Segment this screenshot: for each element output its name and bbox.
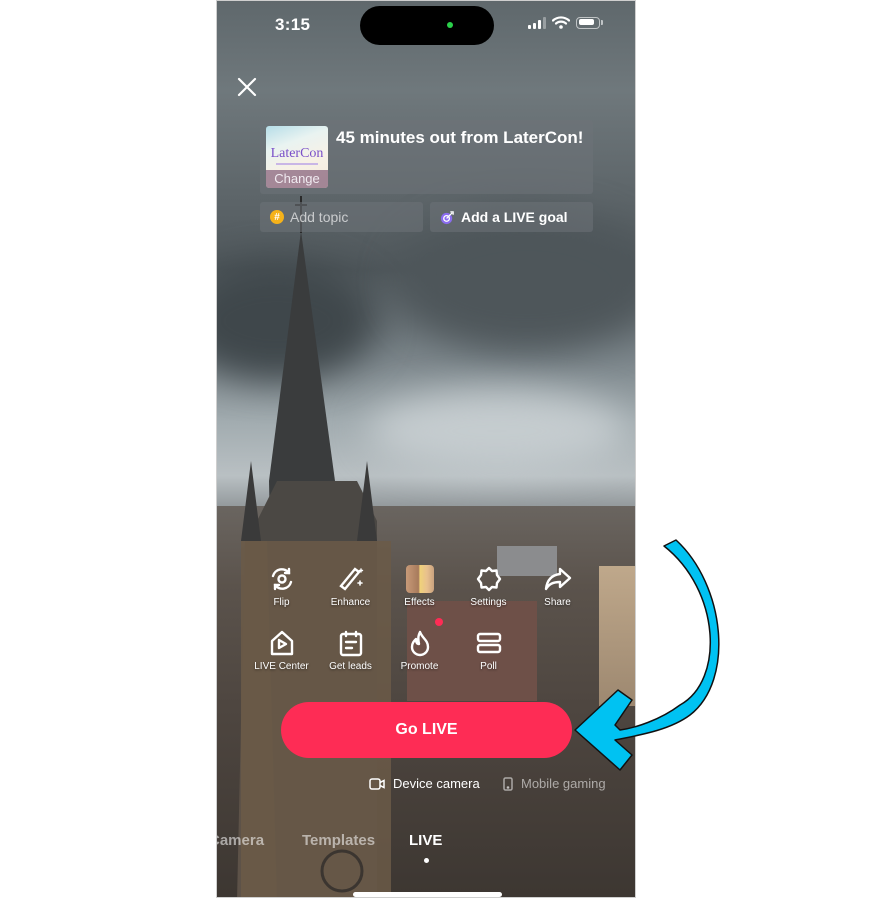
device-camera-option[interactable]: Device camera — [369, 776, 480, 791]
promote-button[interactable]: Promote — [385, 618, 454, 672]
settings-button[interactable]: Settings — [454, 564, 523, 608]
tools-row-1: Flip Enhance Effects Settings Share — [247, 564, 607, 608]
close-icon[interactable] — [235, 75, 259, 99]
active-tab-indicator — [424, 858, 429, 863]
flip-camera-icon — [267, 564, 297, 594]
share-label: Share — [544, 597, 571, 608]
live-center-icon — [267, 628, 297, 658]
live-center-button[interactable]: LIVE Center — [247, 628, 316, 672]
camera-indicator-dot — [447, 22, 453, 28]
share-arrow-icon — [543, 564, 573, 594]
battery-icon — [576, 16, 600, 29]
battery-tip — [601, 20, 603, 25]
cellular-signal-icon — [528, 16, 546, 29]
tools-row-2: LIVE Center Get leads Promote Poll — [247, 618, 607, 672]
get-leads-label: Get leads — [329, 661, 372, 672]
dynamic-island — [360, 6, 494, 45]
video-camera-icon — [369, 777, 385, 790]
thumbnail-tagline — [276, 163, 318, 165]
live-title-card[interactable]: LaterCon Change 45 minutes out from Late… — [260, 120, 593, 194]
flip-label: Flip — [273, 597, 290, 608]
go-live-button[interactable]: Go LIVE — [281, 702, 572, 758]
effects-label: Effects — [404, 597, 435, 608]
live-cover-thumbnail[interactable]: LaterCon Change — [266, 126, 328, 188]
poll-icon — [474, 628, 504, 658]
flip-button[interactable]: Flip — [247, 564, 316, 608]
magic-wand-icon — [336, 564, 366, 594]
gear-icon — [474, 564, 504, 594]
effects-button[interactable]: Effects — [385, 564, 454, 608]
clipboard-icon — [336, 628, 366, 658]
add-topic-label: Add topic — [290, 209, 349, 225]
enhance-label: Enhance — [330, 597, 371, 608]
settings-label: Settings — [470, 597, 507, 608]
target-goal-icon — [440, 210, 454, 224]
notification-dot — [434, 618, 443, 626]
wifi-icon — [552, 16, 570, 29]
mobile-gaming-label: Mobile gaming — [521, 776, 606, 791]
church-spire — [237, 196, 391, 897]
add-goal-label: Add a LIVE goal — [461, 209, 568, 225]
live-center-label: LIVE Center — [254, 661, 309, 672]
mobile-gaming-option[interactable]: Mobile gaming — [503, 776, 606, 791]
effects-thumbnail — [405, 564, 435, 594]
add-topic-button[interactable]: # Add topic — [260, 202, 423, 232]
change-cover-button[interactable]: Change — [266, 170, 328, 188]
cloud-shape — [397, 211, 635, 351]
status-icons — [528, 16, 603, 29]
tab-camera[interactable]: Camera — [217, 832, 264, 849]
home-indicator[interactable] — [353, 892, 502, 897]
flame-icon — [405, 618, 443, 658]
poll-label: Poll — [480, 661, 497, 672]
poll-button[interactable]: Poll — [454, 628, 523, 672]
tab-templates[interactable]: Templates — [302, 832, 375, 849]
tab-live[interactable]: LIVE — [409, 832, 442, 849]
live-title-input[interactable]: 45 minutes out from LaterCon! — [336, 128, 583, 148]
mobile-phone-icon — [503, 776, 513, 791]
status-time: 3:15 — [275, 15, 311, 34]
add-live-goal-button[interactable]: Add a LIVE goal — [430, 202, 593, 232]
device-camera-label: Device camera — [393, 776, 480, 791]
share-button[interactable]: Share — [523, 564, 592, 608]
enhance-button[interactable]: Enhance — [316, 564, 385, 608]
phone-screen: 3:15 LaterCon Change 45 minutes out from… — [216, 0, 636, 898]
promote-label: Promote — [400, 661, 439, 672]
thumbnail-logo-text: LaterCon — [270, 146, 324, 161]
hashtag-icon: # — [270, 210, 284, 224]
get-leads-button[interactable]: Get leads — [316, 628, 385, 672]
